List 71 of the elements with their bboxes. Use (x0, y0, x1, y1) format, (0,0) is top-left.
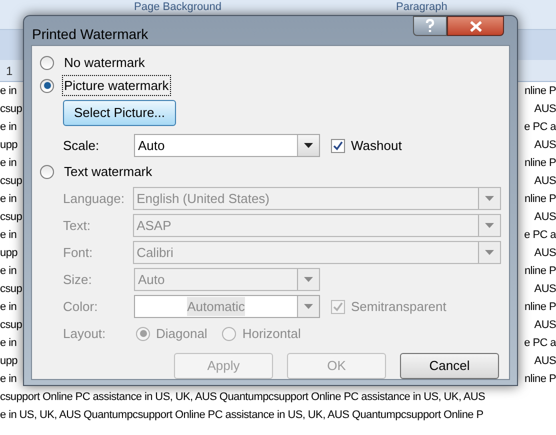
document-text: upp (0, 246, 18, 261)
document-text: csup (0, 282, 22, 297)
dropdown[interactable]: Auto (134, 134, 320, 157)
field-label: Layout: (63, 324, 107, 343)
ribbon-group-label: Page Background (134, 1, 222, 14)
field-label: Text: (63, 216, 92, 235)
help-button[interactable] (413, 16, 447, 36)
document-text: AUS (534, 354, 556, 369)
radio-label: Text watermark (63, 162, 154, 181)
document-text: e PC a (524, 120, 556, 135)
checkbox-label: Washout (351, 136, 402, 155)
ruler-number: 1 (6, 62, 13, 80)
document-text: csup (0, 318, 22, 333)
window-title: Printed Watermark (32, 25, 148, 44)
document-text: AUS (534, 318, 556, 333)
document-text: nline P (524, 156, 556, 171)
radio-label: Picture watermark (62, 74, 171, 96)
document-text: nline P (524, 300, 556, 315)
help-icon (425, 19, 435, 33)
radio-button[interactable] (40, 56, 54, 70)
document-text: nline P (524, 372, 556, 387)
document-text: AUS (534, 102, 556, 117)
document-text: e PC a (524, 228, 556, 243)
document-text: nline P (524, 264, 556, 279)
radio-button[interactable] (40, 164, 54, 178)
field-label: Size: (63, 270, 93, 289)
radio-button[interactable] (40, 78, 54, 92)
radio-label: Horizontal (242, 324, 301, 343)
radio-label: Diagonal (156, 324, 208, 343)
document-text: e PC a (524, 336, 556, 351)
dropdown-arrow-icon (304, 304, 313, 309)
document-text: e in (0, 264, 17, 279)
dropdown-arrow-icon (304, 143, 313, 148)
checkbox-label: Semitransparent (351, 298, 446, 316)
document-text: e in (0, 372, 17, 387)
field-label: Scale: (63, 136, 100, 155)
document-text: AUS (534, 246, 556, 261)
close-button[interactable] (447, 16, 504, 36)
close-icon (468, 20, 482, 32)
dialog-button[interactable]: Cancel (400, 353, 499, 379)
document-text: csup (0, 102, 22, 117)
document-text: AUS (534, 174, 556, 189)
document-text: e in (0, 300, 17, 315)
document-text: e in (0, 120, 17, 135)
document-text: upp (0, 138, 18, 153)
select-picture-button[interactable]: Select Picture... (63, 100, 176, 126)
document-text: csup (0, 174, 22, 189)
document-text: csupport Online PC assistance in US, UK, AUS Quantumpcsupport Online PC assistance in US, UK, AUS (0, 390, 486, 405)
document-text: e in (0, 336, 17, 351)
dropdown-arrow-icon (304, 277, 313, 282)
document-text: e in (0, 84, 17, 99)
document-text: e in (0, 192, 17, 207)
document-text: AUS (534, 282, 556, 297)
document-text: upp (0, 354, 18, 369)
field-label: Color: (63, 298, 99, 316)
document-text: AUS (534, 210, 556, 225)
document-text: e in (0, 156, 17, 171)
document-text: csup (0, 210, 22, 225)
dropdown-arrow-icon (485, 223, 494, 228)
field-label: Font: (63, 244, 94, 262)
checkbox[interactable] (331, 138, 345, 152)
radio-label: No watermark (63, 54, 146, 72)
dropdown-arrow-icon (485, 250, 494, 255)
document-text: AUS (534, 138, 556, 153)
document-text: nline P (524, 192, 556, 207)
document-text: e in US, UK, AUS Quantumpcsupport Online PC assistance in US, UK, AUS Quantumpcsupport Online P (0, 408, 484, 423)
document-text: nline P (524, 84, 556, 99)
ribbon-group-label: Paragraph (396, 1, 448, 14)
field-label: Language: (63, 190, 126, 208)
document-text: e in (0, 228, 17, 243)
dropdown-arrow-icon (485, 196, 494, 201)
